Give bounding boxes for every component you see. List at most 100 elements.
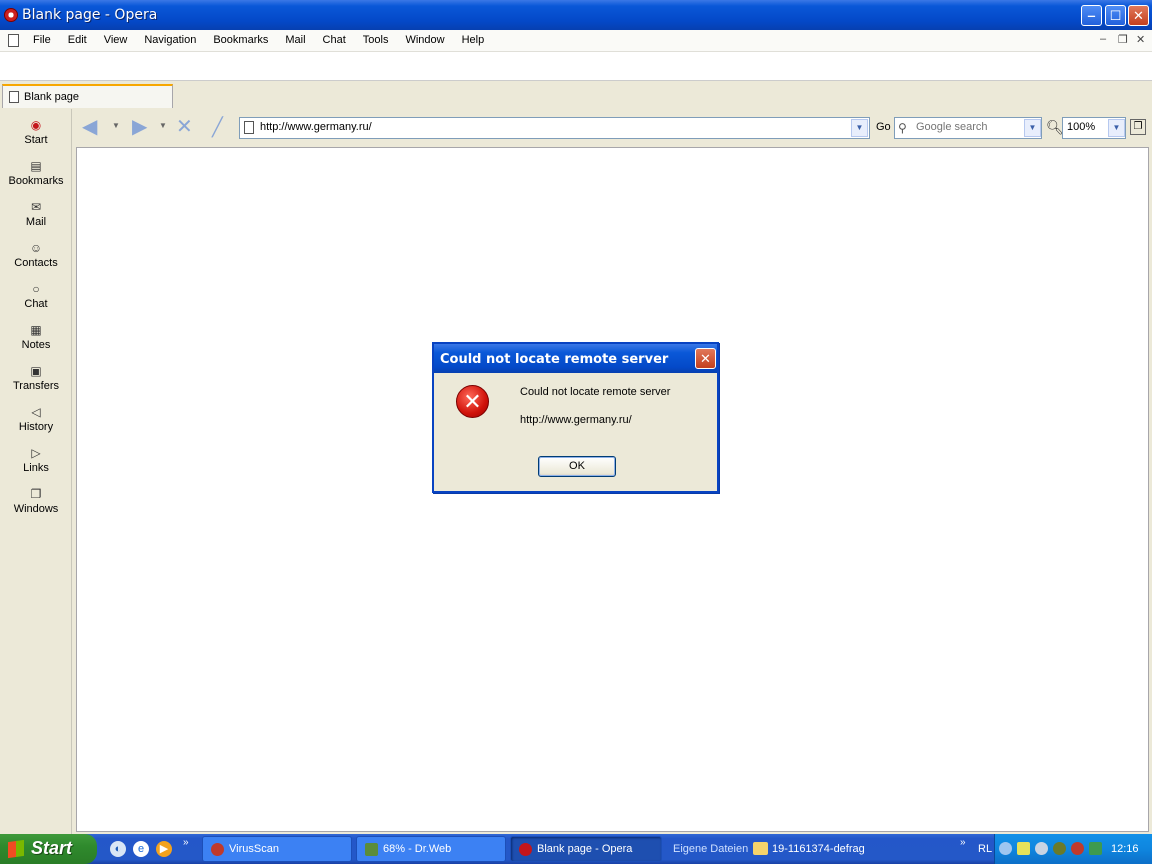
page-icon [244, 121, 254, 134]
toolbar-defrag-folder[interactable]: 19-1161374-defrag [772, 843, 865, 855]
start-button[interactable]: Start [0, 834, 97, 864]
start-label: Start [31, 838, 73, 858]
sidepanel-label: Transfers [12, 380, 60, 392]
bookmarks-icon: ▤ [30, 159, 42, 173]
menu-window[interactable]: Window [396, 34, 452, 46]
menu-view[interactable]: View [95, 34, 136, 46]
address-dropdown-icon[interactable]: ▼ [851, 119, 868, 137]
sidepanel-label: Links [23, 462, 49, 474]
error-dialog: Could not locate remote server ✕ ✕ Could… [432, 342, 719, 493]
menu-help[interactable]: Help [453, 34, 493, 46]
chat-icon: ○ [32, 282, 40, 296]
menu-tools[interactable]: Tools [354, 34, 397, 46]
sidepanel-label: Windows [13, 503, 59, 515]
tray-expand-icon[interactable] [999, 842, 1012, 855]
sidepanel-label: History [18, 421, 54, 433]
forward-arrow-icon[interactable]: ▶ [132, 117, 147, 137]
toolbar-more-icon[interactable]: » [960, 837, 966, 848]
quicklaunch-media-icon[interactable]: ▶ [156, 841, 172, 857]
menu-bar: File Edit View Navigation Bookmarks Mail… [0, 30, 1152, 52]
minimize-button[interactable]: ‒ [1081, 5, 1102, 26]
monitor-icon[interactable] [1089, 842, 1102, 855]
sidepanel-chat[interactable]: ○ Chat [0, 277, 72, 317]
go-button[interactable]: Go [876, 121, 891, 133]
dialog-title-bar: Could not locate remote server ✕ [434, 344, 717, 373]
dsl-icon[interactable] [1017, 842, 1030, 855]
sidepanel-label: Bookmarks [8, 175, 64, 187]
window-title: Blank page - Opera [22, 7, 158, 23]
sidepanel-notes[interactable]: ▦ Notes [0, 318, 72, 358]
sidepanel-links[interactable]: ▷ Links [0, 441, 72, 481]
notes-icon: ▦ [30, 323, 42, 337]
language-indicator[interactable]: RL [978, 843, 992, 855]
quicklaunch-desktop-icon[interactable]: ◐ [110, 841, 126, 857]
sidepanel-bookmarks[interactable]: ▤ Bookmarks [0, 154, 72, 194]
taskbar: Start ◐ e ▶ » VirusScan 68% - Dr.Web Bla… [0, 834, 1152, 864]
tab-label: Blank page [24, 91, 80, 103]
opera-icon[interactable] [4, 8, 18, 22]
stop-icon[interactable]: ✕ [176, 117, 193, 137]
mdi-restore-button[interactable]: ❐ [1118, 33, 1128, 46]
spider-icon[interactable] [1053, 842, 1066, 855]
zoom-field[interactable]: 100% ▼ [1062, 117, 1126, 139]
menu-file[interactable]: File [24, 34, 59, 46]
quicklaunch-ie-icon[interactable]: e [133, 841, 149, 857]
task-drweb[interactable]: 68% - Dr.Web [356, 836, 506, 862]
document-icon[interactable] [8, 34, 19, 47]
opera-icon [519, 843, 532, 856]
search-field[interactable]: ⚲ ▼ [894, 117, 1042, 139]
links-icon: ▷ [31, 446, 41, 460]
antivirus-icon[interactable] [1071, 842, 1084, 855]
tab-blank-page[interactable]: Blank page [2, 84, 173, 108]
quicklaunch-more-icon[interactable]: » [183, 837, 189, 848]
sidepanel-label: Start [24, 134, 48, 146]
task-opera[interactable]: Blank page - Opera [510, 836, 662, 862]
mail-icon: ✉ [30, 200, 42, 214]
clock[interactable]: 12:16 [1111, 843, 1139, 855]
address-url[interactable]: http://www.germany.ru/ [260, 121, 372, 133]
empty-toolbar-strip [0, 52, 1152, 81]
mdi-minimize-button[interactable]: ‒ [1100, 33, 1106, 45]
navigation-toolbar: ◀ ▼ ▶ ▼ ✕ ╱ http://www.germany.ru/ ▼ Go … [76, 109, 1152, 146]
sidepanel-transfers[interactable]: ▣ Transfers [0, 359, 72, 399]
opera-start-icon: ◉ [30, 118, 42, 132]
address-field[interactable]: http://www.germany.ru/ ▼ [239, 117, 870, 139]
task-label: Blank page - Opera [537, 843, 633, 855]
windows-logo-icon [8, 839, 24, 859]
menu-mail[interactable]: Mail [276, 34, 313, 46]
menu-bookmarks[interactable]: Bookmarks [204, 34, 276, 46]
menu-chat[interactable]: Chat [314, 34, 354, 46]
menu-edit[interactable]: Edit [59, 34, 95, 46]
zoom-dropdown-icon[interactable]: ▼ [1108, 119, 1125, 137]
system-tray: 12:16 [994, 834, 1152, 864]
back-arrow-icon[interactable]: ◀ [82, 117, 97, 137]
search-input[interactable] [916, 121, 1021, 133]
panel-toggle-icon[interactable]: ❐ [1130, 119, 1146, 135]
windows-icon: ❐ [30, 487, 42, 501]
sidepanel-contacts[interactable]: ☺ Contacts [0, 236, 72, 276]
maximize-button[interactable]: ☐ [1105, 5, 1126, 26]
task-virusscan[interactable]: VirusScan [202, 836, 352, 862]
error-icon: ✕ [456, 385, 489, 418]
dialog-close-button[interactable]: ✕ [695, 348, 716, 369]
sidepanel-start[interactable]: ◉ Start [0, 113, 72, 153]
sidepanel-history[interactable]: ◁ History [0, 400, 72, 440]
forward-history-dropdown-icon[interactable]: ▼ [159, 121, 167, 130]
edit-wand-icon[interactable]: ╱ [212, 117, 223, 137]
dialog-title: Could not locate remote server [440, 352, 669, 367]
sidepanel-label: Notes [21, 339, 51, 351]
network-icon[interactable] [1035, 842, 1048, 855]
ok-button[interactable]: OK [538, 456, 616, 477]
menu-navigation[interactable]: Navigation [135, 34, 204, 46]
sidepanel-label: Mail [25, 216, 47, 228]
mdi-close-button[interactable]: ✕ [1136, 33, 1145, 46]
zoom-value[interactable]: 100% [1067, 121, 1095, 133]
search-dropdown-icon[interactable]: ▼ [1024, 119, 1041, 137]
contacts-icon: ☺ [29, 241, 43, 255]
toolbar-eigene-dateien[interactable]: Eigene Dateien [673, 843, 748, 855]
sidepanel-mail[interactable]: ✉ Mail [0, 195, 72, 235]
close-button[interactable]: ✕ [1128, 5, 1149, 26]
back-history-dropdown-icon[interactable]: ▼ [112, 121, 120, 130]
sidepanel-windows[interactable]: ❐ Windows [0, 482, 72, 522]
search-engine-icon[interactable]: ⚲ [898, 121, 907, 135]
